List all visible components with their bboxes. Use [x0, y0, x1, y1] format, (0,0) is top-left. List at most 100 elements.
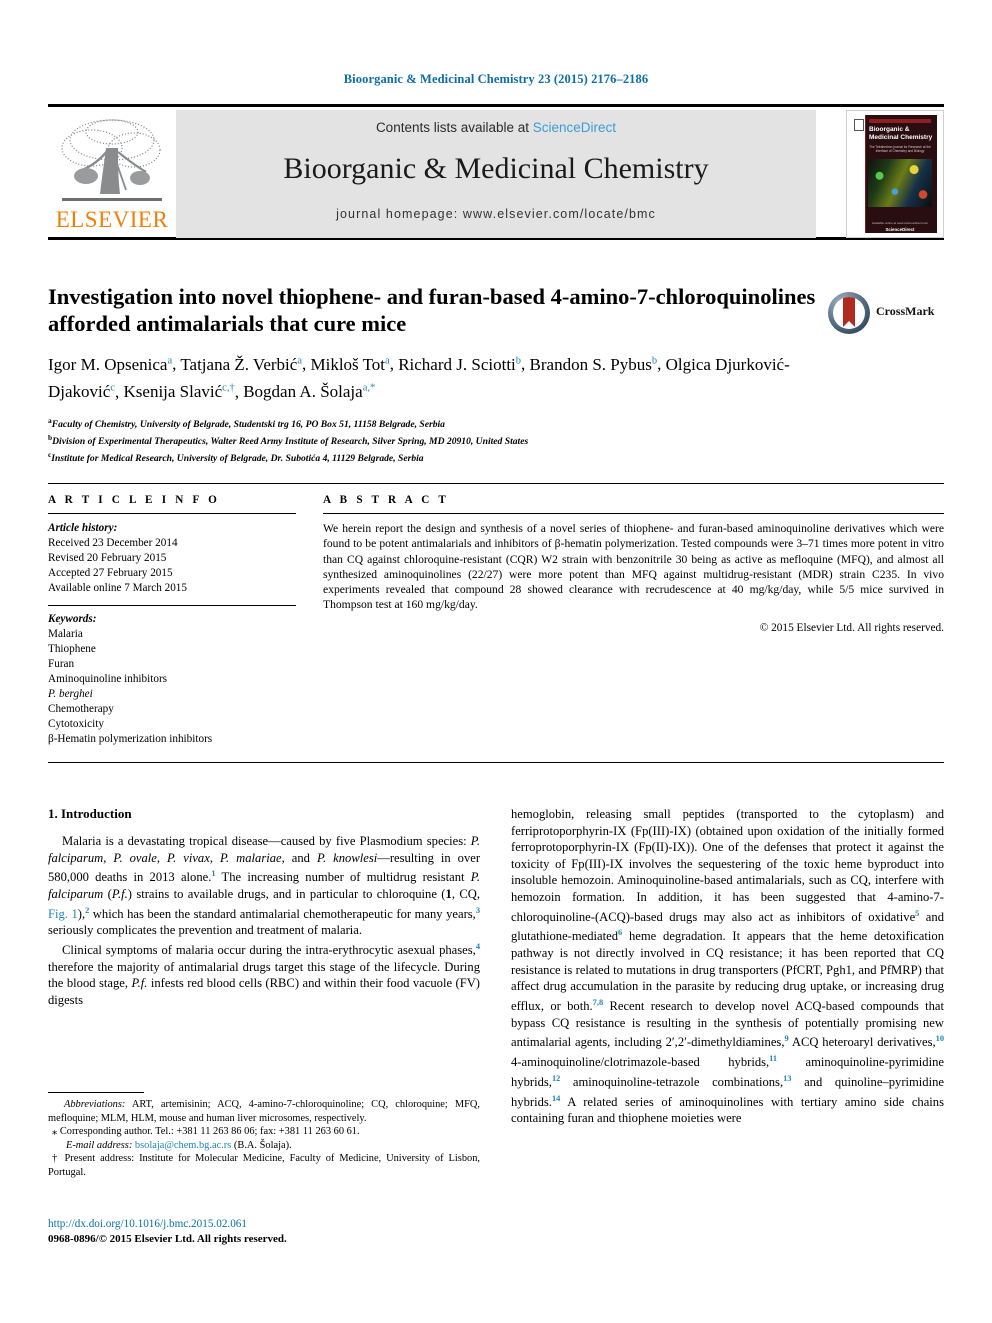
abbreviations-label: Abbreviations: [64, 1099, 126, 1110]
info-section-bottom-rule [48, 762, 944, 763]
email-link[interactable]: bsolaja@chem.bg.ac.rs [135, 1140, 231, 1151]
author-affil-marker: b [651, 355, 658, 366]
reference-marker[interactable]: 7,8 [593, 998, 603, 1007]
cover-artwork [868, 159, 932, 207]
paragraph-intro-1: Malaria is a devastating tropical diseas… [48, 834, 481, 938]
cover-subtitle: The Tetrahedron journal for Research at … [869, 145, 931, 154]
sciencedirect-link[interactable]: ScienceDirect [533, 120, 616, 135]
author-entry: Mikloš Tota [310, 355, 389, 374]
author-affil-marker: a,* [362, 382, 376, 394]
corresponding-author-text: Corresponding author. Tel.: +381 11 263 … [59, 1126, 360, 1138]
elsevier-tree-icon [61, 119, 162, 201]
author-name: Igor M. Opsenica [48, 354, 168, 374]
article-history-list: Received 23 December 2014 Revised 20 Feb… [48, 536, 296, 596]
crossmark-ribbon [843, 297, 855, 327]
divider [48, 605, 296, 606]
masthead-grey-band: Contents lists available at ScienceDirec… [176, 110, 816, 238]
cover-spine [853, 115, 866, 233]
cover-title: Bioorganic & Medicinal Chemistry [869, 126, 933, 141]
reference-marker[interactable]: 3 [476, 906, 480, 915]
reference-marker[interactable]: 10 [936, 1034, 944, 1043]
divider [48, 513, 296, 514]
section-heading-introduction: 1. Introduction [48, 806, 132, 821]
author-list: Igor M. Opsenicaa, Tatjana Ž. Verbića, M… [48, 354, 790, 402]
reference-marker[interactable]: 9 [784, 1034, 788, 1043]
reference-marker[interactable]: 13 [783, 1074, 791, 1083]
affiliation-item: bDivision of Experimental Therapeutics, … [48, 432, 818, 449]
journal-homepage-link[interactable]: journal homepage: www.elsevier.com/locat… [176, 207, 816, 221]
article-title: Investigation into novel thiophene- and … [48, 284, 816, 336]
keywords-label: Keywords: [48, 613, 97, 625]
issn-copyright: 0968-0896/© 2015 Elsevier Ltd. All right… [48, 1233, 287, 1245]
affiliation-text: Division of Experimental Therapeutics, W… [52, 436, 529, 448]
title-block: Investigation into novel thiophene- and … [48, 283, 818, 466]
footnote-abbreviations: Abbreviations: ART, artemisinin; ACQ, 4-… [48, 1098, 480, 1125]
author-affil-marker: c,† [222, 382, 235, 394]
footnote-email: E-mail address: bsolaja@chem.bg.ac.rs (B… [48, 1139, 480, 1153]
author-name: Ksenija Slavić [123, 382, 223, 402]
reference-marker[interactable]: 5 [915, 909, 919, 918]
doi-link[interactable]: http://dx.doi.org/10.1016/j.bmc.2015.02.… [48, 1217, 480, 1232]
abstract-column: A B S T R A C T We herein report the des… [323, 494, 944, 634]
author-affil-marker: a [297, 355, 302, 366]
running-head: Bioorganic & Medicinal Chemistry 23 (201… [343, 72, 649, 86]
footer-block: http://dx.doi.org/10.1016/j.bmc.2015.02.… [48, 1217, 480, 1247]
dagger-marker: † [52, 1153, 60, 1165]
paragraph-intro-2: Clinical symptoms of malaria occur durin… [48, 941, 480, 1007]
crossmark-badge[interactable]: CrossMark [828, 290, 948, 336]
article-history-label: Article history: [48, 522, 118, 534]
reference-marker[interactable]: 6 [618, 928, 622, 937]
reference-marker[interactable]: 12 [552, 1074, 560, 1083]
history-item: Available online 7 March 2015 [48, 582, 187, 594]
footnote-corresponding-author: ⁎ Corresponding author. Tel.: +381 11 26… [48, 1125, 480, 1139]
contents-prefix: Contents lists available at [375, 120, 533, 135]
affiliation-item: cInstitute for Medical Research, Univers… [48, 449, 818, 466]
present-address-text: Present address: Institute for Molecular… [48, 1153, 481, 1178]
author-entry: Igor M. Opsenicaa [48, 355, 172, 374]
reference-marker[interactable]: 11 [769, 1054, 777, 1063]
crossmark-icon [828, 292, 870, 334]
author-affil-marker: a [167, 355, 173, 366]
crossmark-label: CrossMark [876, 304, 935, 318]
elsevier-wordmark: ELSEVIER [55, 207, 169, 232]
journal-article-page: Bioorganic & Medicinal Chemistry 23 (201… [0, 0, 992, 1323]
author-entry: Ksenija Slavićc,† [124, 382, 235, 401]
keyword-item: P. berghei [48, 688, 93, 700]
author-entry: Brandon S. Pybusb [530, 355, 658, 374]
history-item: Revised 20 February 2015 [48, 552, 167, 564]
article-info-heading: A R T I C L E I N F O [48, 494, 221, 506]
contents-lists-line: Contents lists available at ScienceDirec… [176, 120, 816, 135]
figure-link-fig1[interactable]: Fig. 1 [48, 907, 78, 921]
journal-masthead: ELSEVIER Contents lists available at Sci… [48, 104, 944, 240]
author-affil-marker: b [515, 355, 522, 366]
reference-marker[interactable]: 4 [476, 942, 480, 951]
footnotes-block: Abbreviations: ART, artemisinin; ACQ, 4-… [48, 1098, 480, 1180]
author-affil-marker: c [110, 382, 115, 394]
asterisk-marker: ⁎ [52, 1126, 58, 1138]
email-owner: (B.A. Šolaja). [233, 1139, 292, 1151]
abstract-copyright: © 2015 Elsevier Ltd. All rights reserved… [759, 621, 944, 634]
author-affil-marker: a [385, 355, 390, 366]
author-entry: Bogdan A. Šolajaa,* [243, 382, 375, 401]
reference-marker[interactable]: 1 [211, 869, 215, 878]
keyword-item: Cytotoxicity [48, 718, 104, 730]
reference-marker[interactable]: 14 [552, 1094, 560, 1103]
author-entry: Tatjana Ž. Verbića [180, 355, 302, 374]
body-left-column: 1. Introduction Malaria is a devastating… [48, 806, 480, 1009]
author-entry: Richard J. Sciottib [398, 355, 521, 374]
body-right-column: hemoglobin, releasing small peptides (tr… [511, 806, 944, 1127]
journal-title: Bioorganic & Medicinal Chemistry [283, 152, 709, 185]
paragraph-intro-3: hemoglobin, releasing small peptides (tr… [511, 807, 944, 1126]
affiliation-item: aFaculty of Chemistry, University of Bel… [48, 415, 818, 432]
journal-cover-thumbnail: Bioorganic & Medicinal Chemistry The Tet… [846, 110, 944, 238]
reference-marker[interactable]: 2 [85, 906, 89, 915]
crossmark-inner-disc [833, 297, 865, 329]
keyword-item: Furan [48, 658, 75, 670]
affiliation-text: Faculty of Chemistry, University of Belg… [51, 419, 445, 431]
affiliation-list: aFaculty of Chemistry, University of Bel… [48, 415, 818, 465]
affiliation-text: Institute for Medical Research, Universi… [51, 453, 424, 465]
keyword-item: Aminoquinoline inhibitors [48, 673, 168, 685]
keyword-item: Malaria [48, 628, 83, 640]
keyword-item: β-Hematin polymerization inhibitors [48, 733, 213, 745]
cover-elsevier-icon [854, 119, 864, 131]
